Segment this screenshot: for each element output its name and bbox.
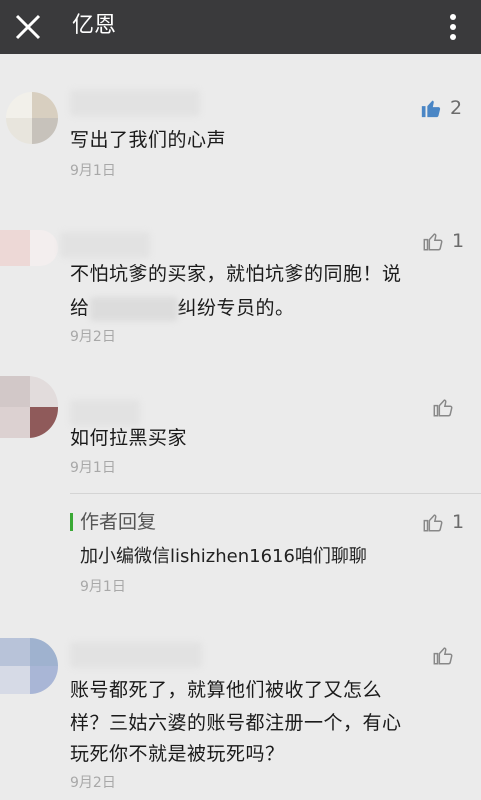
avatar[interactable]: [0, 638, 58, 694]
thumbs-up-icon: [433, 647, 453, 665]
page-title: 亿恩: [72, 13, 117, 38]
reply-label: 作者回复: [80, 511, 157, 533]
comment-date: 9月2日: [70, 775, 116, 791]
thumbs-up-icon: [423, 233, 443, 251]
comment-text-line: 不怕坑爹的买家，就怕坑爹的同胞！说: [70, 263, 402, 285]
thumbs-up-icon: [423, 514, 443, 532]
like-count: 1: [452, 511, 465, 533]
reply-date: 9月1日: [80, 579, 126, 595]
comment-date: 9月1日: [70, 460, 116, 476]
comment-text-part: 纠纷专员的。: [177, 297, 295, 319]
comment-date: 9月1日: [70, 163, 116, 179]
reply-text: 加小编微信lishizhen1616咱们聊聊: [80, 546, 367, 567]
comment-text-line: 账号都死了，就算他们被收了又怎么: [70, 679, 383, 701]
commenter-name: [70, 642, 202, 668]
avatar[interactable]: [6, 92, 58, 144]
like-button[interactable]: 2: [420, 95, 462, 121]
comment-text-line: 样？三姑六婆的账号都注册一个，有心: [70, 712, 402, 734]
more-vertical-icon: [450, 14, 456, 40]
more-button[interactable]: [443, 10, 463, 44]
divider: [70, 493, 481, 494]
comment-text-line: 给 纠纷专员的。: [70, 292, 295, 324]
top-bar: 亿恩: [0, 0, 481, 54]
close-button[interactable]: [8, 7, 48, 47]
comment-text-line: 玩死你不就是被玩死吗？: [70, 743, 285, 765]
comment-text-part: 给: [70, 297, 90, 319]
like-count: 1: [452, 230, 465, 252]
comment-text: 如何拉黑买家: [70, 427, 188, 449]
like-count: 2: [450, 97, 463, 119]
commenter-name: [70, 90, 200, 116]
close-icon: [15, 14, 41, 40]
redacted-text: [89, 296, 178, 321]
comment-text: 写出了我们的心声: [70, 129, 227, 151]
reply-accent-bar: [70, 513, 73, 531]
thumbs-up-icon: [421, 100, 441, 118]
like-button[interactable]: 1: [422, 509, 464, 535]
avatar[interactable]: [0, 376, 58, 438]
avatar[interactable]: [0, 230, 58, 266]
like-button[interactable]: [432, 394, 454, 420]
like-button[interactable]: [432, 642, 454, 668]
thumbs-up-icon: [433, 399, 453, 417]
comment-date: 9月2日: [70, 329, 116, 345]
commenter-name: [60, 232, 150, 258]
like-button[interactable]: 1: [422, 228, 464, 254]
